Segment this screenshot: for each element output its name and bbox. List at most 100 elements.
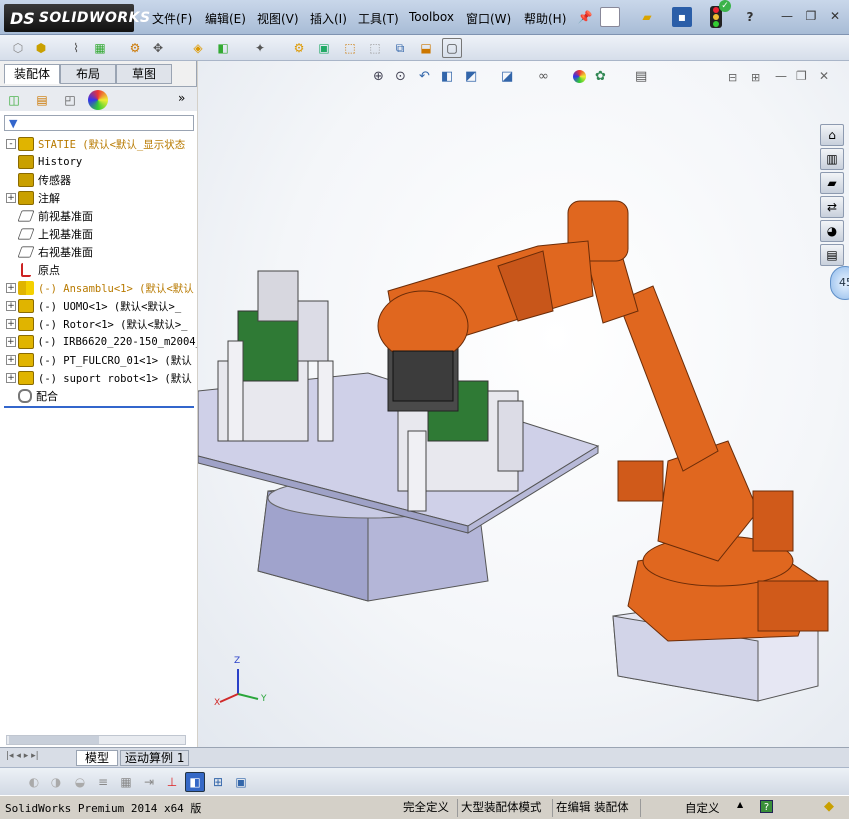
panel-tab-strip: ◫ ▤ ◰ » — [0, 86, 197, 111]
axis-icon[interactable]: ⊥ — [162, 772, 182, 792]
tree-item[interactable]: + (-) Rotor<1> (默认<默认>_ — [0, 315, 197, 333]
logo-text: SOLIDWORKS — [38, 10, 151, 26]
new-part-icon[interactable]: ⬡ — [8, 38, 28, 58]
open-folder-icon[interactable]: ▰ — [637, 7, 657, 27]
tree-item[interactable]: + (-) UOMO<1> (默认<默认>_ — [0, 297, 197, 315]
view-palette-icon[interactable]: ⇄ — [820, 196, 844, 218]
tree-item[interactable]: + 注解 — [0, 189, 197, 207]
table-icon[interactable]: ⊞ — [208, 772, 228, 792]
configurationmanager-icon[interactable]: ◰ — [60, 90, 80, 110]
menu-edit[interactable]: 编辑(E) — [205, 10, 246, 27]
custom-properties-icon[interactable]: ▤ — [820, 244, 844, 266]
part-icon — [18, 317, 34, 331]
tab-scroll-arrows-icon[interactable]: |◂ ◂ ▸ ▸| — [6, 751, 39, 761]
tree-expander-icon[interactable]: + — [6, 301, 16, 311]
menu-file[interactable]: 文件(F) — [152, 10, 192, 27]
tree-expander-icon[interactable]: + — [6, 193, 16, 203]
menu-insert[interactable]: 插入(I) — [310, 10, 347, 27]
menu-toolbox[interactable]: Toolbox — [409, 10, 454, 24]
exploded-view-icon[interactable]: ▣ — [314, 38, 334, 58]
scrollbar-thumb[interactable] — [9, 736, 99, 744]
tab-assembly[interactable]: 装配体 — [4, 64, 60, 84]
propertymanager-icon[interactable]: ▤ — [32, 90, 52, 110]
solidworks-logo[interactable]: DS SOLIDWORKS — [4, 4, 150, 32]
feature-manager-panel: 装配体 布局 草图 ◫ ▤ ◰ » ▼ - STATIE (默认<默认_显示状态 H… — [0, 61, 197, 747]
appearances-icon[interactable]: ◕ — [820, 220, 844, 242]
tree-expander-icon[interactable]: + — [6, 319, 16, 329]
displaymanager-icon[interactable] — [88, 90, 108, 110]
design-library-icon[interactable]: ▥ — [820, 148, 844, 170]
rollback-bar[interactable] — [4, 406, 194, 408]
minimize-button[interactable]: — — [778, 8, 796, 24]
graphics-viewport[interactable]: ⊕ ⊙ ↶ ◧ ◩ ◪ ∞ ✿ ▤ ⊟ ⊞ — ❐ ✕ Z Y X 4 — [198, 61, 849, 751]
tab-layout[interactable]: 布局 — [60, 64, 116, 84]
tab-motion-study[interactable]: 运动算例 1 — [120, 750, 190, 766]
pin-icon[interactable]: 📌 — [575, 7, 595, 27]
assembly-3d-model[interactable] — [198, 61, 849, 751]
tab-model[interactable]: 模型 — [76, 750, 119, 766]
move-component-icon[interactable]: ✥ — [148, 38, 168, 58]
instant3d-icon[interactable]: ▢ — [442, 38, 462, 58]
tree-expander-icon[interactable]: + — [6, 337, 16, 347]
hole-alignment-icon[interactable]: ⬓ — [416, 38, 436, 58]
tree-item[interactable]: 右视基准面 — [0, 243, 197, 261]
tree-item[interactable]: 传感器 — [0, 171, 197, 189]
tree-filter-box[interactable]: ▼ — [4, 115, 194, 131]
menu-help[interactable]: 帮助(H) — [524, 10, 566, 27]
tree-item[interactable]: 配合 — [0, 387, 197, 405]
tab-sketch[interactable]: 草图 — [116, 64, 172, 84]
tree-item[interactable]: + (-) Ansamblu<1> (默认<默认 — [0, 279, 197, 297]
close-button[interactable]: ✕ — [826, 8, 844, 24]
clearance-verification-icon[interactable]: ⧉ — [390, 38, 410, 58]
explode-line-sketch-icon[interactable]: ⬚ — [340, 38, 360, 58]
quick-tips-icon[interactable]: ? — [760, 800, 773, 813]
perspective-icon[interactable]: ▦ — [116, 772, 136, 792]
linear-pattern-icon[interactable]: ▦ — [90, 38, 110, 58]
drawing-icon[interactable]: ▣ — [231, 772, 251, 792]
tree-item[interactable]: 原点 — [0, 261, 197, 279]
hidden-lines-icon[interactable]: ◒ — [70, 772, 90, 792]
status-units-arrow[interactable]: ▲ — [737, 800, 743, 809]
menu-window[interactable]: 窗口(W) — [466, 10, 511, 27]
new-motion-study-icon[interactable]: ✦ — [250, 38, 270, 58]
tree-horizontal-scrollbar[interactable] — [6, 735, 186, 745]
tree-item[interactable]: - STATIE (默认<默认_显示状态 — [0, 135, 197, 153]
tree-item[interactable]: 前视基准面 — [0, 207, 197, 225]
tag-icon[interactable]: ◆ — [824, 799, 834, 814]
tree-item[interactable]: + (-) PT_FULCRO_01<1> (默认 — [0, 351, 197, 369]
tree-item[interactable]: + (-) IRB6620_220-150_m2004_ — [0, 333, 197, 351]
new-document-icon[interactable] — [600, 7, 620, 27]
tree-expander-icon[interactable]: + — [6, 355, 16, 365]
help-icon[interactable]: ? — [740, 7, 760, 27]
shaded-icon[interactable]: ◑ — [46, 772, 66, 792]
smart-fasteners-icon[interactable]: ⚙ — [125, 38, 145, 58]
section-icon[interactable]: ⇥ — [139, 772, 159, 792]
tree-item[interactable]: History — [0, 153, 197, 171]
bill-of-materials-icon[interactable]: ⚙ — [289, 38, 309, 58]
tree-item-label: (-) suport robot<1> (默认 — [38, 372, 192, 385]
solidworks-resources-icon[interactable]: ⌂ — [820, 124, 844, 146]
tree-item[interactable]: + (-) suport robot<1> (默认 — [0, 369, 197, 387]
featuremanager-tree-icon[interactable]: ◫ — [4, 90, 24, 110]
menu-view[interactable]: 视图(V) — [257, 10, 299, 27]
insert-component-icon[interactable]: ⬢ — [31, 38, 51, 58]
restore-button[interactable]: ❐ — [802, 8, 820, 24]
interference-detection-icon[interactable]: ⬚ — [365, 38, 385, 58]
reference-geometry-icon[interactable]: ◧ — [213, 38, 233, 58]
status-units[interactable]: 自定义 — [685, 800, 720, 816]
tree-expander-icon[interactable]: - — [6, 139, 16, 149]
triad-z-label: Z — [234, 656, 241, 666]
mates-icon — [18, 389, 32, 403]
paperclip-icon[interactable]: ⌇ — [66, 38, 86, 58]
menu-tools[interactable]: 工具(T) — [358, 10, 399, 27]
expand-panel-icon[interactable]: » — [178, 91, 185, 105]
wireframe-icon[interactable]: ≡ — [93, 772, 113, 792]
save-icon[interactable]: ▪ — [672, 7, 692, 27]
file-explorer-icon[interactable]: ▰ — [820, 172, 844, 194]
tree-expander-icon[interactable]: + — [6, 283, 16, 293]
tree-item[interactable]: 上视基准面 — [0, 225, 197, 243]
tree-expander-icon[interactable]: + — [6, 373, 16, 383]
shaded-edges-icon[interactable]: ◐ — [24, 772, 44, 792]
view-cube-icon[interactable]: ◧ — [185, 772, 205, 792]
assembly-features-icon[interactable]: ◈ — [188, 38, 208, 58]
